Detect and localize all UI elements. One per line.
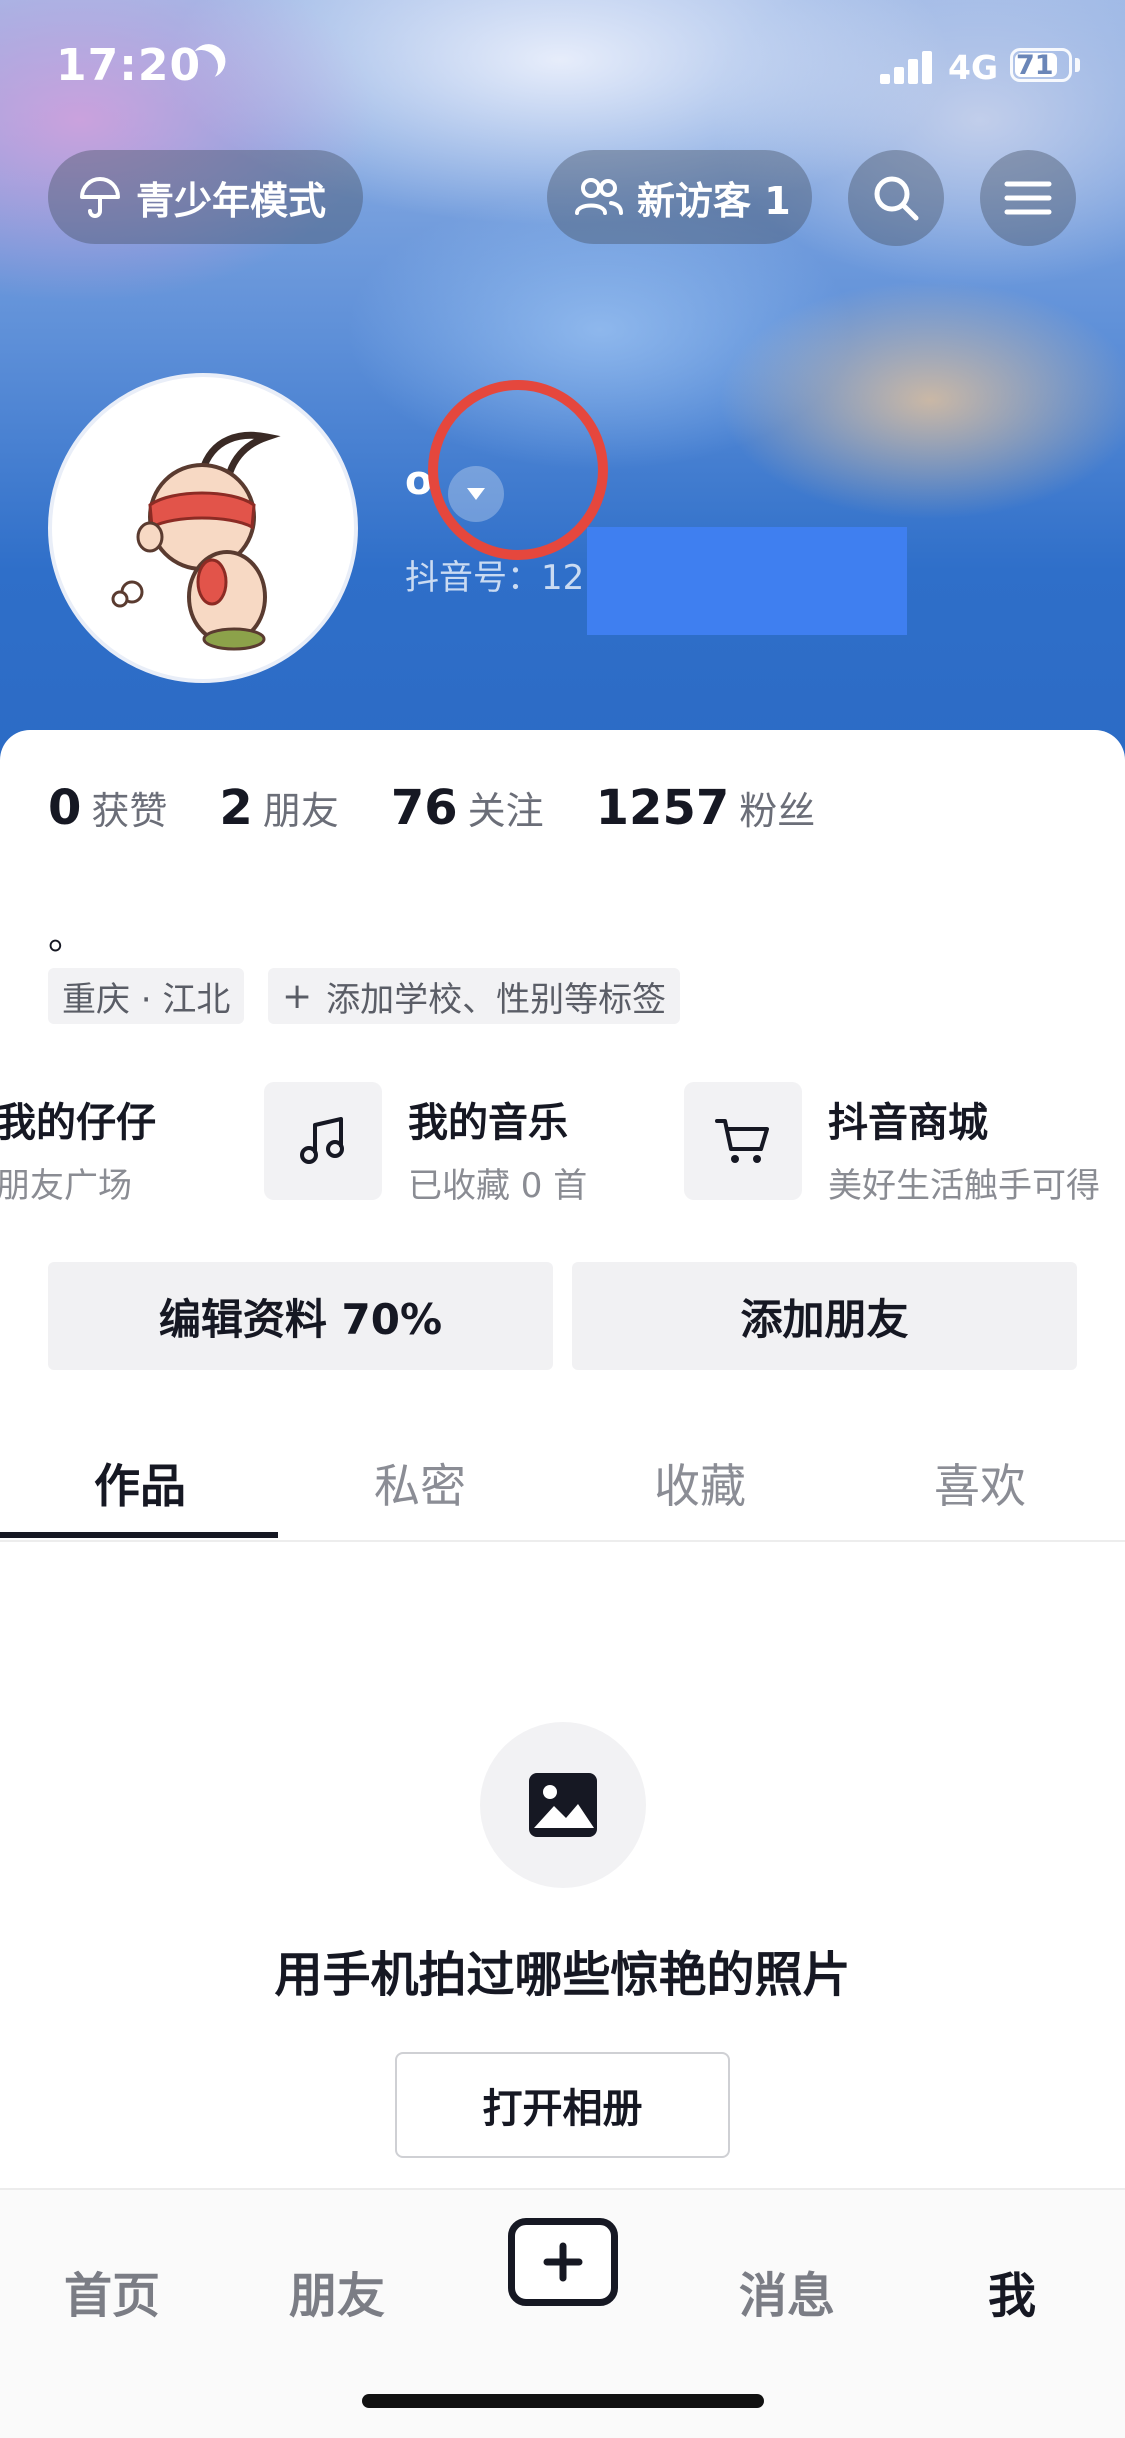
tab-private[interactable]: 私密 — [280, 1450, 560, 1516]
annotation-circle — [428, 380, 608, 560]
tab-likes[interactable]: 喜欢 — [840, 1450, 1120, 1516]
service-pet-title[interactable]: 我的仔仔 — [0, 1090, 156, 1148]
redaction-box — [587, 527, 907, 635]
service-mall-subtitle: 美好生活触手可得 — [828, 1166, 1100, 1206]
cartoon-baby-avatar — [111, 431, 281, 651]
shopping-cart-icon — [715, 1119, 769, 1163]
status-bar: 17:20 4G 71 — [0, 0, 1125, 130]
service-pet-subtitle: 朋友广场 — [0, 1166, 132, 1206]
teen-mode-label: 青少年模式 — [136, 178, 327, 223]
plus-icon — [543, 2242, 583, 2282]
stat-following[interactable]: 76 关注 — [391, 780, 544, 836]
plus-icon: + — [282, 975, 313, 1017]
users-icon — [575, 178, 623, 215]
network-type: 4G — [948, 48, 999, 87]
nav-friends[interactable]: 朋友 — [247, 2256, 427, 2326]
empty-state-icon — [480, 1722, 646, 1888]
tab-favorites[interactable]: 收藏 — [560, 1450, 840, 1516]
service-music-subtitle: 已收藏 0 首 — [408, 1166, 588, 1206]
umbrella-icon — [80, 177, 120, 218]
stat-likes[interactable]: 0 获赞 — [48, 780, 167, 836]
search-icon — [874, 176, 919, 221]
image-icon — [529, 1773, 597, 1837]
bio-text[interactable]: 。 — [48, 905, 86, 960]
location-tag[interactable]: 重庆 · 江北 — [48, 968, 245, 1024]
service-music-icon-tile[interactable] — [264, 1082, 382, 1200]
content-tabs: 作品 私密 收藏 喜欢 — [0, 1420, 1125, 1542]
add-tags-label: 添加学校、性别等标签 — [326, 979, 667, 1020]
status-time: 17:20 — [56, 40, 202, 91]
battery-icon: 71 — [1010, 48, 1072, 82]
home-indicator — [362, 2394, 764, 2408]
open-album-button[interactable]: 打开相册 — [395, 2052, 730, 2158]
stat-friends[interactable]: 2 朋友 — [219, 780, 338, 836]
active-tab-indicator — [0, 1532, 278, 1538]
new-visitors-button[interactable]: 新访客 1 — [547, 150, 812, 244]
signal-icon — [880, 50, 940, 84]
tab-works[interactable]: 作品 — [0, 1450, 280, 1516]
search-button[interactable] — [848, 150, 944, 246]
nav-messages[interactable]: 消息 — [697, 2256, 877, 2326]
hamburger-menu-icon — [1004, 181, 1052, 215]
teen-mode-button[interactable]: 青少年模式 — [48, 150, 363, 244]
edit-profile-button[interactable]: 编辑资料 70% — [48, 1262, 553, 1370]
battery-level: 71 — [1016, 50, 1054, 81]
nav-me[interactable]: 我 — [922, 2256, 1102, 2326]
service-music-title[interactable]: 我的音乐 — [408, 1090, 568, 1148]
add-friends-button[interactable]: 添加朋友 — [572, 1262, 1077, 1370]
music-note-icon — [300, 1117, 344, 1164]
add-tags-button[interactable]: + 添加学校、性别等标签 — [268, 968, 681, 1024]
menu-button[interactable] — [980, 150, 1076, 246]
avatar[interactable] — [48, 373, 358, 683]
battery-tip — [1075, 58, 1080, 72]
service-mall-title[interactable]: 抖音商城 — [828, 1090, 988, 1148]
empty-state-text: 用手机拍过哪些惊艳的照片 — [274, 1947, 851, 2003]
create-post-button[interactable] — [508, 2218, 618, 2306]
stat-followers[interactable]: 1257 粉丝 — [596, 780, 816, 836]
profile-stats: 0 获赞 2 朋友 76 关注 1257 粉丝 — [48, 780, 867, 836]
nav-home[interactable]: 首页 — [22, 2256, 202, 2326]
douyin-id: 抖音号：12 — [405, 558, 585, 598]
service-mall-icon-tile[interactable] — [684, 1082, 802, 1200]
new-visitors-label: 新访客 1 — [637, 178, 791, 223]
